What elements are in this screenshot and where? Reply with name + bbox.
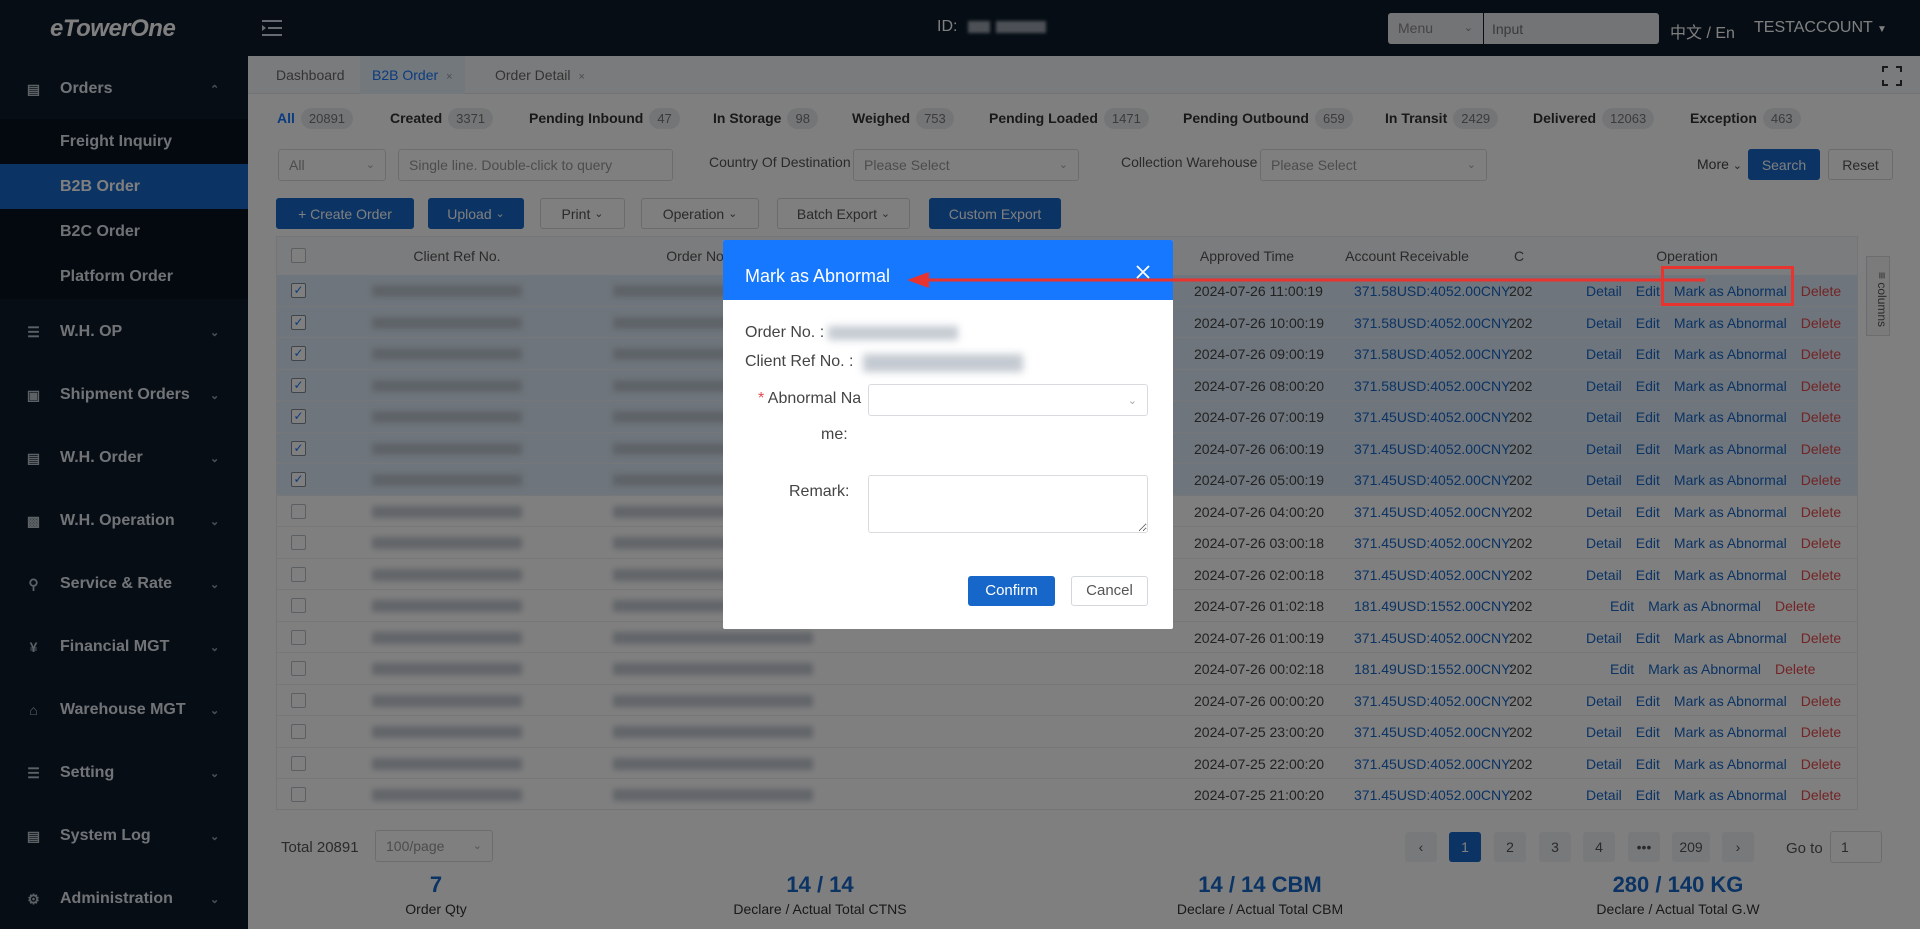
- client-ref-value: [863, 354, 1023, 372]
- abnormal-name-select[interactable]: ⌄: [868, 384, 1148, 416]
- abnormal-name-label: * Abnormal Na: [758, 390, 861, 408]
- annotation-arrow: [907, 272, 1705, 288]
- annotation-highlight-box: [1661, 266, 1794, 306]
- remark-textarea[interactable]: [868, 475, 1148, 533]
- client-ref-label: Client Ref No. :: [745, 353, 854, 370]
- abnormal-label-line2: me:: [821, 426, 848, 443]
- chevron-down-icon: ⌄: [1127, 395, 1137, 407]
- abnormal-label-line1: Abnormal Na: [767, 390, 862, 407]
- required-mark: *: [758, 390, 765, 407]
- cancel-button[interactable]: Cancel: [1071, 576, 1148, 606]
- remark-label: Remark:: [789, 483, 850, 500]
- confirm-button[interactable]: Confirm: [968, 576, 1055, 606]
- mark-abnormal-dialog: Mark as Abnormal Order No. : Client Ref …: [723, 240, 1173, 629]
- order-no-label: Order No. :: [745, 324, 825, 341]
- order-no-value: [828, 326, 958, 340]
- dialog-title: Mark as Abnormal: [745, 266, 891, 286]
